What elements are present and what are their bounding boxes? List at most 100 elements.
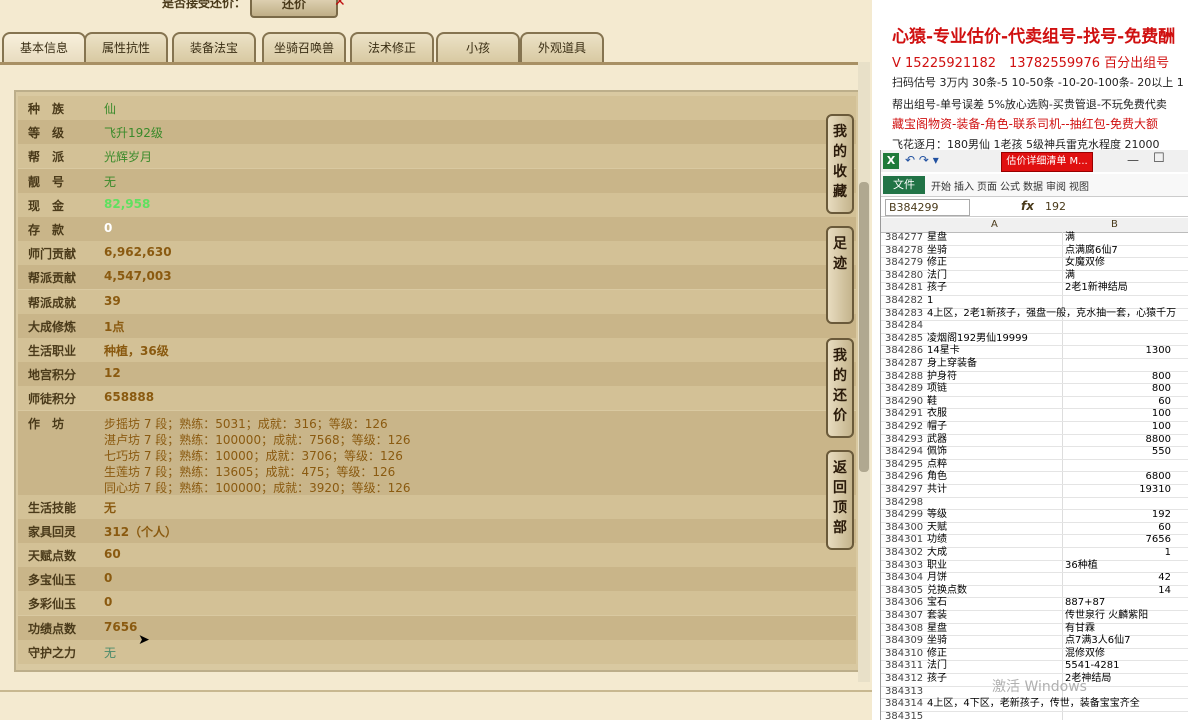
cell-a[interactable]: 1 xyxy=(927,295,933,308)
row-number[interactable]: 384279 xyxy=(885,257,923,270)
cell-a[interactable]: 项链 xyxy=(927,383,947,396)
cell-b[interactable]: 887+87 xyxy=(1065,597,1105,610)
row-number[interactable]: 384310 xyxy=(885,648,923,661)
row-number[interactable]: 384315 xyxy=(885,711,923,720)
row-number[interactable]: 384309 xyxy=(885,635,923,648)
ribbon-tab[interactable]: 页面 xyxy=(977,178,997,193)
cell-a[interactable]: 点粹 xyxy=(927,459,947,472)
column-b-header[interactable]: B xyxy=(1111,219,1118,230)
row-number[interactable]: 384293 xyxy=(885,434,923,447)
tab-6[interactable]: 外观道具 xyxy=(520,32,604,62)
cell-a[interactable]: 法门 xyxy=(927,270,947,283)
cell-b[interactable]: 混修双修 xyxy=(1065,648,1105,661)
row-number[interactable]: 384288 xyxy=(885,371,923,384)
side-button-2[interactable]: 我 的 还 价 xyxy=(826,338,854,438)
cell-a[interactable]: 套装 xyxy=(927,610,947,623)
ribbon-tab[interactable]: 插入 xyxy=(954,178,974,193)
cell-a[interactable]: 护身符 xyxy=(927,371,957,384)
row-number[interactable]: 384278 xyxy=(885,245,923,258)
ribbon-tab[interactable]: 审阅 xyxy=(1046,178,1066,193)
ribbon-tab[interactable]: 公式 xyxy=(1000,178,1020,193)
cell-b[interactable]: 60 xyxy=(1158,522,1171,535)
tab-5[interactable]: 小孩 xyxy=(436,32,520,62)
row-number[interactable]: 384308 xyxy=(885,623,923,636)
cell-b[interactable]: 19310 xyxy=(1139,484,1171,497)
row-number[interactable]: 384307 xyxy=(885,610,923,623)
cell-a[interactable]: 14星卡 xyxy=(927,345,960,358)
cell-a[interactable]: 修正 xyxy=(927,257,947,270)
cell-b[interactable]: 36种植 xyxy=(1065,560,1098,573)
tab-3[interactable]: 坐骑召唤兽 xyxy=(262,32,346,62)
cell-a[interactable]: 衣服 xyxy=(927,408,947,421)
cell-a[interactable]: 星盘 xyxy=(927,232,947,245)
cell-a[interactable]: 佩饰 xyxy=(927,446,947,459)
row-number[interactable]: 384287 xyxy=(885,358,923,371)
ribbon-tab[interactable]: 开始 xyxy=(931,178,951,193)
file-name-tab[interactable]: 估价详细清单 M... xyxy=(1001,152,1093,172)
cell-b[interactable]: 60 xyxy=(1158,396,1171,409)
scrollbar[interactable] xyxy=(858,62,870,682)
cell-a[interactable]: 月饼 xyxy=(927,572,947,585)
row-number[interactable]: 384305 xyxy=(885,585,923,598)
cell-a[interactable]: 大成 xyxy=(927,547,947,560)
cell-b[interactable]: 42 xyxy=(1158,572,1171,585)
row-number[interactable]: 384289 xyxy=(885,383,923,396)
row-number[interactable]: 384301 xyxy=(885,534,923,547)
cell-b[interactable]: 100 xyxy=(1152,421,1171,434)
cell-a[interactable]: 坐骑 xyxy=(927,245,947,258)
cell-b[interactable]: 满 xyxy=(1065,270,1075,283)
cell-a[interactable]: 鞋 xyxy=(927,396,937,409)
cell-a[interactable]: 4上区，4下区，老新孩子，传世，装备宝宝齐全 xyxy=(927,698,1140,711)
cell-b[interactable]: 192 xyxy=(1152,509,1171,522)
cell-a[interactable]: 角色 xyxy=(927,471,947,484)
cell-b[interactable]: 点满腐6仙7 xyxy=(1065,245,1118,258)
cell-a[interactable]: 孩子 xyxy=(927,282,947,295)
row-number[interactable]: 384284 xyxy=(885,320,923,333)
cell-a[interactable]: 身上穿装备 xyxy=(927,358,977,371)
scrollbar-thumb[interactable] xyxy=(859,182,869,472)
side-button-0[interactable]: 我 的 收 藏 xyxy=(826,114,854,214)
ribbon-tab[interactable]: 数据 xyxy=(1023,178,1043,193)
cell-a[interactable]: 共计 xyxy=(927,484,947,497)
cell-b[interactable]: 6800 xyxy=(1146,471,1171,484)
formula-value[interactable]: 192 xyxy=(1045,200,1066,213)
row-number[interactable]: 384306 xyxy=(885,597,923,610)
cell-b[interactable]: 满 xyxy=(1065,232,1075,245)
close-icon[interactable]: ✕ xyxy=(334,0,346,10)
cell-b[interactable]: 550 xyxy=(1152,446,1171,459)
cell-a[interactable]: 职业 xyxy=(927,560,947,573)
cell-b[interactable]: 点7满3人6仙7 xyxy=(1065,635,1130,648)
row-number[interactable]: 384280 xyxy=(885,270,923,283)
cell-a[interactable]: 帽子 xyxy=(927,421,947,434)
fx-icon[interactable]: fx xyxy=(1021,199,1034,213)
row-number[interactable]: 384297 xyxy=(885,484,923,497)
row-number[interactable]: 384314 xyxy=(885,698,923,711)
file-menu-button[interactable]: 文件 xyxy=(883,176,925,194)
cell-a[interactable]: 兑换点数 xyxy=(927,585,967,598)
undo-icon[interactable]: ↶ ↷ ▾ xyxy=(905,153,939,167)
row-number[interactable]: 384277 xyxy=(885,232,923,245)
row-number[interactable]: 384290 xyxy=(885,396,923,409)
cell-a[interactable]: 星盘 xyxy=(927,623,947,636)
row-number[interactable]: 384313 xyxy=(885,686,923,699)
row-number[interactable]: 384312 xyxy=(885,673,923,686)
cell-a[interactable]: 坐骑 xyxy=(927,635,947,648)
row-number[interactable]: 384300 xyxy=(885,522,923,535)
cell-b[interactable]: 7656 xyxy=(1146,534,1171,547)
row-number[interactable]: 384299 xyxy=(885,509,923,522)
cell-b[interactable]: 8800 xyxy=(1146,434,1171,447)
row-number[interactable]: 384291 xyxy=(885,408,923,421)
row-number[interactable]: 384281 xyxy=(885,282,923,295)
tab-0[interactable]: 基本信息 xyxy=(2,32,86,62)
counter-offer-button[interactable]: 还价 xyxy=(250,0,338,18)
row-number[interactable]: 384285 xyxy=(885,333,923,346)
cell-a[interactable]: 天赋 xyxy=(927,522,947,535)
row-number[interactable]: 384286 xyxy=(885,345,923,358)
cell-b[interactable]: 2老1新神结局 xyxy=(1065,282,1128,295)
column-a-header[interactable]: A xyxy=(991,219,998,230)
tab-2[interactable]: 装备法宝 xyxy=(172,32,256,62)
cell-a[interactable]: 凌烟阁192男仙19999 xyxy=(927,333,1028,346)
row-number[interactable]: 384298 xyxy=(885,497,923,510)
cell-a[interactable]: 武器 xyxy=(927,434,947,447)
cell-b[interactable]: 800 xyxy=(1152,383,1171,396)
